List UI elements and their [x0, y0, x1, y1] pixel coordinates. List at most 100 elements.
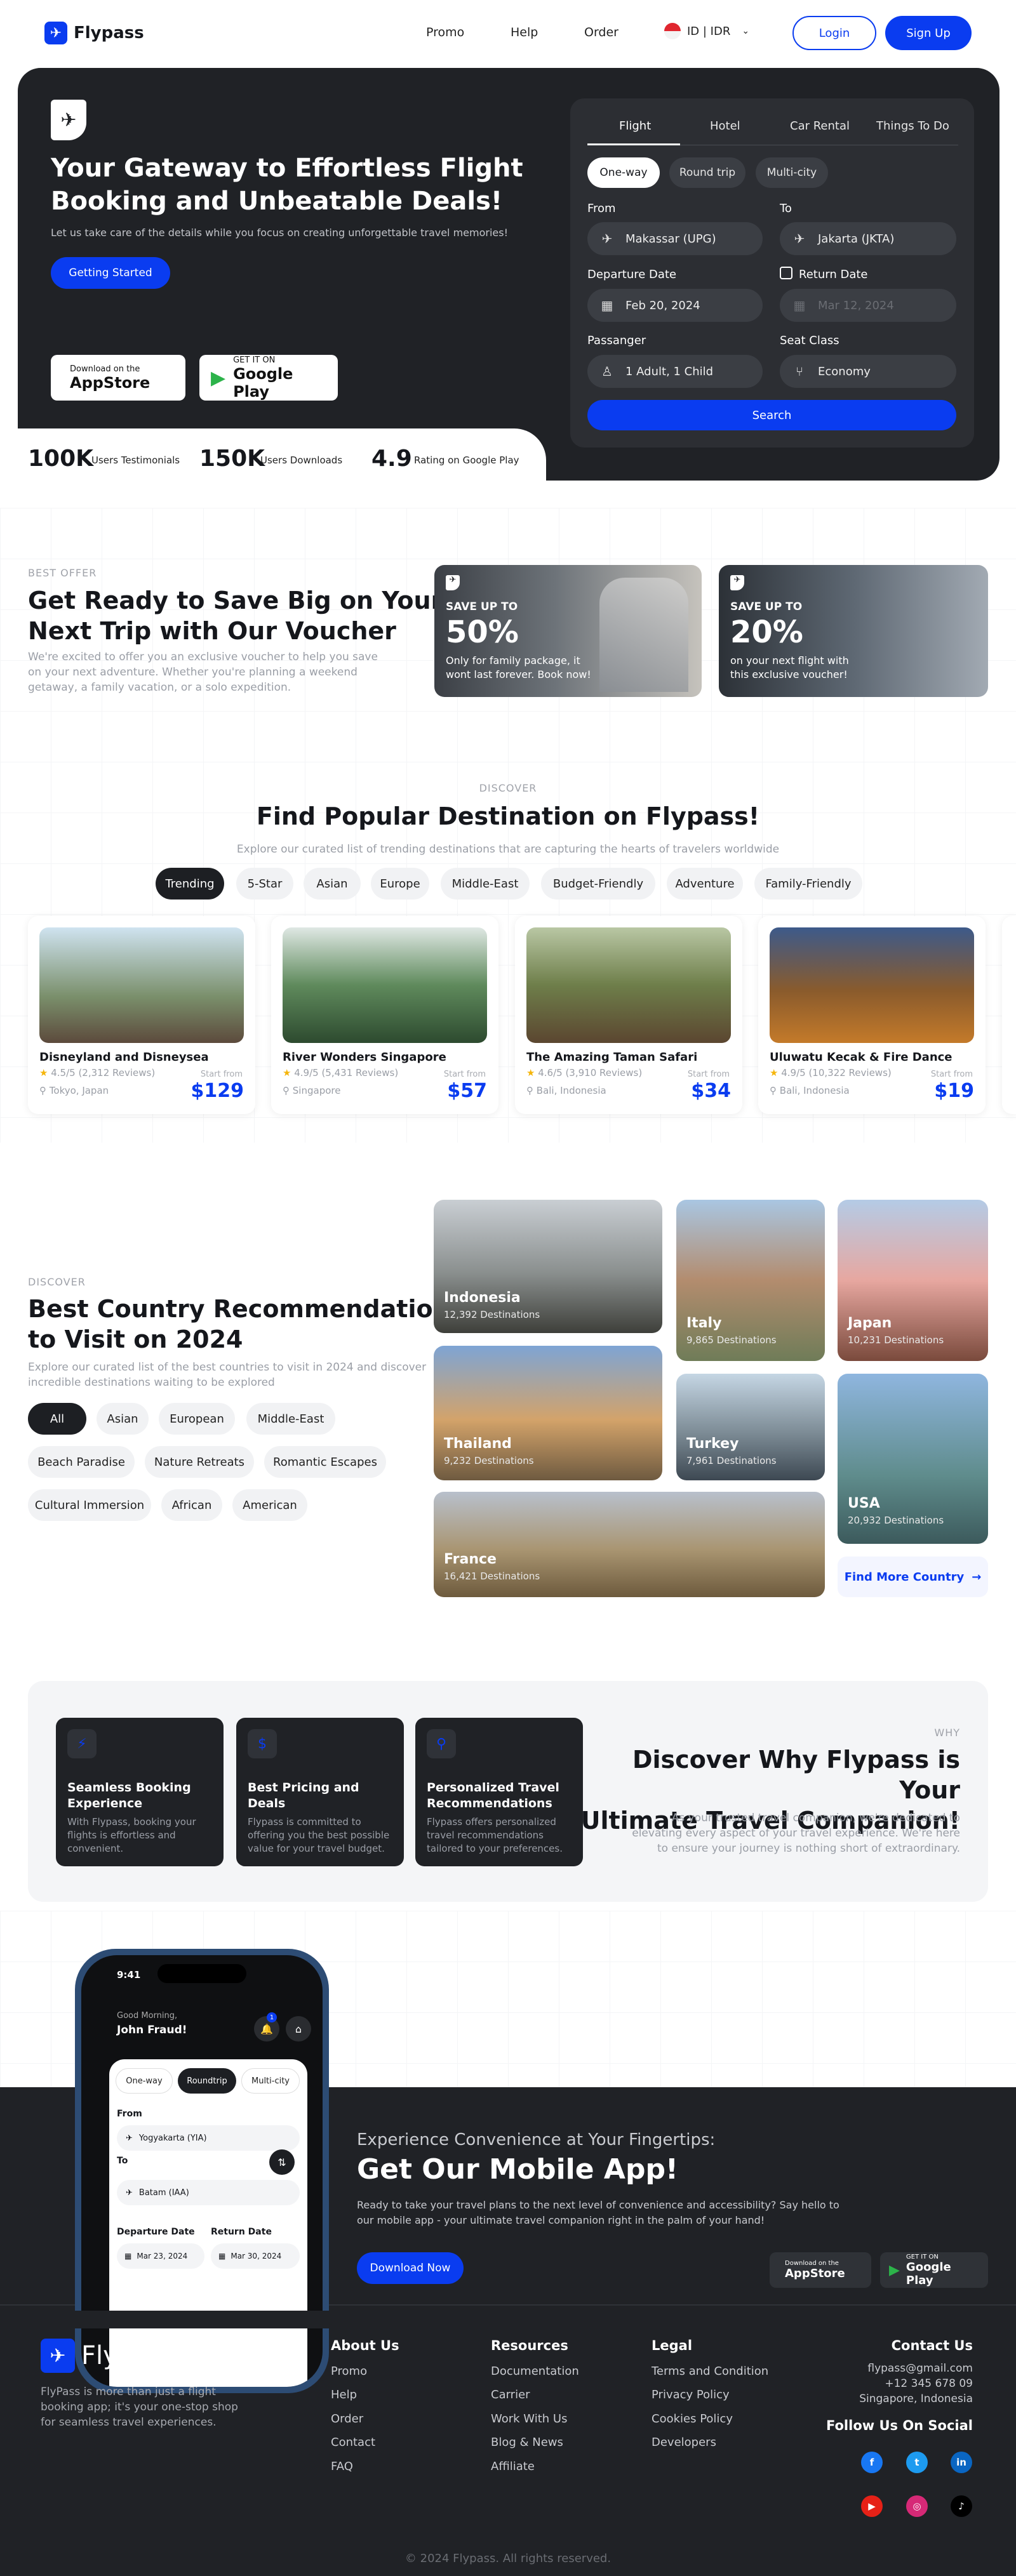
find-more-country-link[interactable]: Find More Country →	[838, 1557, 988, 1597]
appstore-button[interactable]: Download on the AppStore	[51, 355, 185, 401]
footer-link-help[interactable]: Help	[331, 2388, 357, 2401]
country-filter-african[interactable]: African	[161, 1489, 222, 1521]
footer-email[interactable]: flypass@gmail.com	[800, 2362, 973, 2375]
instagram-icon[interactable]: ◎	[906, 2495, 928, 2517]
trip-multi-city[interactable]: Multi-city	[756, 157, 828, 188]
footer-brand-logo[interactable]: ✈ Flypass	[41, 2339, 176, 2373]
footer-link-faq[interactable]: FAQ	[331, 2460, 353, 2473]
swap-icon[interactable]: ⇅	[269, 2149, 295, 2175]
departure-date-field[interactable]: ▦ Feb 20, 2024	[587, 289, 763, 322]
country-tile-france[interactable]: France 16,421 Destinations	[434, 1492, 825, 1597]
country-tile-thailand[interactable]: Thailand 9,232 Destinations	[434, 1346, 662, 1480]
footer-link-promo[interactable]: Promo	[331, 2365, 367, 2378]
destination-location: ⚲ Tokyo, Japan	[39, 1085, 109, 1096]
country-filter-beach-paradise[interactable]: Beach Paradise	[28, 1446, 135, 1478]
phone-from-field[interactable]: ✈ Yogyakarta (YIA)	[117, 2125, 300, 2151]
tab-hotel[interactable]: Hotel	[710, 119, 740, 133]
footer-follow-heading: Follow Us On Social	[826, 2418, 973, 2433]
country-destinations: 7,961 Destinations	[686, 1455, 777, 1466]
destination-card[interactable]: The Amazing Taman Safari ★ 4.6/5 (3,910 …	[515, 916, 742, 1114]
destination-card[interactable]: Uluwatu Kecak & Fire Dance ★ 4.9/5 (10,3…	[758, 916, 986, 1114]
country-filter-cultural-immersion[interactable]: Cultural Immersion	[28, 1489, 151, 1521]
tab-flight[interactable]: Flight	[619, 119, 651, 133]
signup-button[interactable]: Sign Up	[885, 16, 972, 50]
getting-started-button[interactable]: Getting Started	[51, 257, 170, 289]
locale-selector[interactable]: ID | IDR ⌄	[664, 23, 749, 39]
download-now-button[interactable]: Download Now	[357, 2252, 464, 2284]
appstore-button[interactable]: Download on the AppStore	[770, 2252, 871, 2288]
tab-car-rental[interactable]: Car Rental	[790, 119, 850, 133]
phone-trip-multi-city[interactable]: Multi-city	[241, 2068, 300, 2094]
phone-return-field[interactable]: ▦ Mar 30, 2024	[211, 2243, 300, 2269]
tag-icon[interactable]: ⌂	[286, 2016, 311, 2042]
footer-link-cookies[interactable]: Cookies Policy	[652, 2412, 733, 2426]
facebook-icon[interactable]: f	[861, 2452, 883, 2473]
return-date-field[interactable]: ▦ Mar 12, 2024	[780, 289, 956, 322]
country-name: France	[444, 1551, 497, 1567]
footer-link-work-with-us[interactable]: Work With Us	[491, 2412, 567, 2426]
brand-logo[interactable]: ✈ Flypass	[44, 22, 144, 44]
filter-adventure[interactable]: Adventure	[667, 868, 743, 900]
voucher-card-flight[interactable]: ✈ SAVE UP TO 20% on your next flight wit…	[719, 565, 988, 697]
nav-link-promo[interactable]: Promo	[426, 25, 464, 39]
nav-link-order[interactable]: Order	[584, 25, 618, 39]
country-filter-nature-retreats[interactable]: Nature Retreats	[145, 1446, 254, 1478]
seat-class-field[interactable]: ⑂ Economy	[780, 355, 956, 388]
google-play-button[interactable]: ▶ GET IT ON Google Play	[880, 2252, 988, 2288]
phone-trip-one-way[interactable]: One-way	[116, 2068, 173, 2094]
youtube-icon[interactable]: ▶	[861, 2495, 883, 2517]
from-field[interactable]: ✈ Makassar (UPG)	[587, 222, 763, 255]
country-filter-american[interactable]: American	[232, 1489, 307, 1521]
filter-family-friendly[interactable]: Family-Friendly	[754, 868, 862, 900]
to-field[interactable]: ✈ Jakarta (JKTA)	[780, 222, 956, 255]
footer-link-order[interactable]: Order	[331, 2412, 363, 2426]
country-filter-asian[interactable]: Asian	[97, 1403, 149, 1435]
filter-5-star[interactable]: 5-Star	[236, 868, 293, 900]
country-filter-middle-east[interactable]: Middle-East	[246, 1403, 335, 1435]
footer-link-privacy[interactable]: Privacy Policy	[652, 2388, 730, 2401]
twitter-icon[interactable]: t	[906, 2452, 928, 2473]
country-tile-usa[interactable]: USA 20,932 Destinations	[838, 1374, 988, 1544]
country-tile-turkey[interactable]: Turkey 7,961 Destinations	[676, 1374, 825, 1480]
phone-departure-field[interactable]: ▦ Mar 23, 2024	[117, 2243, 204, 2269]
country-filter-romantic-escapes[interactable]: Romantic Escapes	[264, 1446, 386, 1478]
footer-link-carrier[interactable]: Carrier	[491, 2388, 530, 2401]
country-tile-italy[interactable]: Italy 9,865 Destinations	[676, 1200, 825, 1361]
destination-name: Disneyland and Disneysea	[39, 1051, 209, 1064]
filter-asian[interactable]: Asian	[304, 868, 361, 900]
voucher-card-family[interactable]: ✈ SAVE UP TO 50% Only for family package…	[434, 565, 702, 697]
filter-budget-friendly[interactable]: Budget-Friendly	[541, 868, 655, 900]
linkedin-icon[interactable]: in	[951, 2452, 972, 2473]
destination-card[interactable]: Disneyland and Disneysea ★ 4.5/5 (2,312 …	[28, 916, 255, 1114]
tab-things-to-do[interactable]: Things To Do	[876, 119, 949, 133]
country-tile-japan[interactable]: Japan 10,231 Destinations	[838, 1200, 988, 1361]
filter-trending[interactable]: Trending	[156, 868, 224, 900]
footer-link-documentation[interactable]: Documentation	[491, 2365, 579, 2378]
phone-to-field[interactable]: ✈ Batam (IAA)	[117, 2180, 300, 2205]
filter-middle-east[interactable]: Middle-East	[441, 868, 530, 900]
footer-link-affiliate[interactable]: Affiliate	[491, 2460, 535, 2473]
return-date-checkbox[interactable]	[780, 267, 792, 279]
chevron-down-icon: ⌄	[742, 26, 750, 36]
phone-trip-roundtrip[interactable]: Roundtrip	[178, 2068, 236, 2094]
footer-link-blog[interactable]: Blog & News	[491, 2436, 563, 2449]
google-play-button[interactable]: ▶ GET IT ON Google Play	[199, 355, 338, 401]
footer-link-contact[interactable]: Contact	[331, 2436, 375, 2449]
feature-title: Seamless Booking Experience	[67, 1781, 191, 1810]
login-button[interactable]: Login	[792, 16, 876, 50]
trip-one-way[interactable]: One-way	[587, 157, 660, 188]
footer-link-developers[interactable]: Developers	[652, 2436, 716, 2449]
country-tile-indonesia[interactable]: Indonesia 12,392 Destinations	[434, 1200, 662, 1333]
nav-link-help[interactable]: Help	[511, 25, 538, 39]
app-description: Ready to take your travel plans to the n…	[357, 2199, 839, 2226]
country-filter-european[interactable]: European	[159, 1403, 235, 1435]
country-filter-all[interactable]: All	[28, 1403, 86, 1435]
trip-round-trip[interactable]: Round trip	[669, 157, 745, 188]
filter-europe[interactable]: Europe	[371, 868, 429, 900]
search-button[interactable]: Search	[587, 400, 956, 430]
destination-card[interactable]: River Wonders Singapore ★ 4.9/5 (5,431 R…	[271, 916, 498, 1114]
footer-link-terms[interactable]: Terms and Condition	[652, 2365, 768, 2378]
tiktok-icon[interactable]: ♪	[951, 2495, 972, 2517]
plane-icon: ✈	[44, 22, 67, 44]
passenger-field[interactable]: ♙ 1 Adult, 1 Child	[587, 355, 763, 388]
